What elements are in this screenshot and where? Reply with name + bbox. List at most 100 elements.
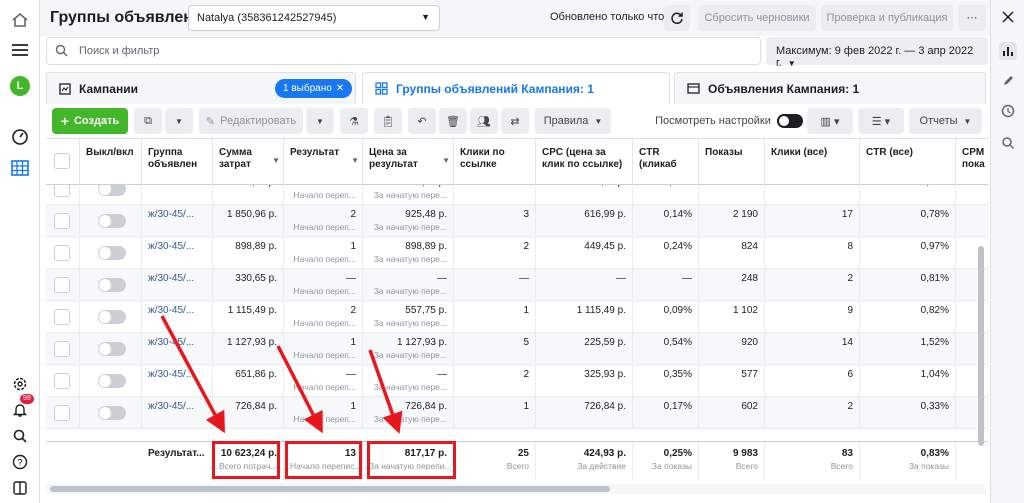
- scrollbar-thumb[interactable]: [50, 486, 610, 492]
- rules-button[interactable]: Правила ▼: [535, 108, 611, 134]
- selected-pill[interactable]: 1 выбрано ✕: [275, 79, 353, 98]
- avatar[interactable]: L: [8, 74, 32, 98]
- row-toggle[interactable]: [98, 310, 126, 324]
- view-settings[interactable]: Посмотреть настройки: [654, 108, 804, 134]
- edit-pencil-icon[interactable]: [999, 72, 1017, 90]
- view-settings-toggle[interactable]: [776, 114, 803, 128]
- refresh-button[interactable]: [664, 5, 690, 31]
- duplicate-button[interactable]: ⧉: [134, 108, 162, 134]
- tab-ad-sets[interactable]: Группы объявлений Кампания: 1: [362, 72, 670, 104]
- chart-icon[interactable]: [999, 42, 1017, 60]
- vertical-scrollbar[interactable]: [978, 246, 984, 446]
- ad-set-link[interactable]: ж/30-45/...: [148, 337, 194, 348]
- row-checkbox[interactable]: [54, 373, 70, 389]
- ad-set-link[interactable]: ж/30-45/...: [148, 241, 194, 252]
- header-spend[interactable]: Сумма затрат ▼: [213, 139, 284, 185]
- header-link-clicks[interactable]: Клики по ссылке: [454, 139, 536, 185]
- account-selector[interactable]: Natalya (358361242527945) ▼: [188, 5, 440, 31]
- row-checkbox[interactable]: [54, 245, 70, 261]
- columns-button[interactable]: ▥ ▾: [807, 108, 853, 134]
- close-icon[interactable]: [999, 8, 1017, 26]
- row-checkbox[interactable]: [54, 341, 70, 357]
- gear-icon[interactable]: [8, 372, 32, 396]
- edit-button[interactable]: ✎ Редактировать: [199, 108, 303, 134]
- reports-button[interactable]: Отчеты ▼: [909, 108, 982, 134]
- audience-button[interactable]: 👥︎: [470, 108, 498, 134]
- history-icon[interactable]: [999, 102, 1017, 120]
- header-ctr-all[interactable]: CTR (все): [860, 139, 956, 185]
- dashboard-icon[interactable]: [8, 124, 32, 148]
- row-name[interactable]: ж/30-45/...: [142, 269, 213, 301]
- ad-set-link[interactable]: ж/30-45/...: [148, 401, 194, 412]
- row-name[interactable]: ж/30-45/...: [142, 301, 213, 333]
- table-view-icon[interactable]: [8, 156, 32, 180]
- ad-set-link[interactable]: ж/30-45/...: [148, 209, 194, 220]
- row-name[interactable]: ж/30-45/...: [142, 397, 213, 429]
- header-result[interactable]: Результат ▼: [284, 139, 363, 185]
- date-range-picker[interactable]: Максимум: 9 фев 2022 г. — 3 апр 2022 г. …: [766, 37, 988, 69]
- ad-set-link[interactable]: ж/30-45/...: [148, 273, 194, 284]
- row-checkbox[interactable]: [54, 277, 70, 293]
- panel-toggle-icon[interactable]: [8, 476, 32, 500]
- row-toggle[interactable]: [98, 342, 126, 356]
- row-toggle[interactable]: [98, 214, 126, 228]
- search-input[interactable]: Поиск и фильтр: [46, 37, 761, 65]
- header-ctr[interactable]: CTR (кликаб: [633, 139, 699, 185]
- header-name[interactable]: Группа объявлен: [142, 139, 213, 185]
- row-toggle[interactable]: [98, 185, 126, 196]
- row-checkbox[interactable]: [54, 309, 70, 325]
- duplicate-dropdown[interactable]: ▼: [165, 108, 193, 134]
- breakdown-button[interactable]: ☰ ▾: [858, 108, 904, 134]
- reset-drafts-button[interactable]: Сбросить черновики: [698, 5, 816, 31]
- row-name[interactable]: ж/30-45/...: [142, 185, 213, 205]
- header-cpm[interactable]: CPM пока: [956, 139, 988, 185]
- row-toggle[interactable]: [98, 278, 126, 292]
- delete-button[interactable]: 🗑︎: [439, 108, 467, 134]
- home-icon[interactable]: [8, 8, 32, 32]
- notifications-icon[interactable]: 99: [8, 394, 34, 422]
- select-all-checkbox[interactable]: [54, 153, 70, 169]
- header-toggle[interactable]: Выкл/вкл: [80, 139, 142, 185]
- table-row[interactable]: ж/30-45/... 1 850,96 р. 2 Начало переп... 92…: [46, 205, 988, 237]
- row-name[interactable]: ж/30-45/...: [142, 237, 213, 269]
- menu-icon[interactable]: [8, 38, 32, 62]
- row-toggle[interactable]: [98, 406, 126, 420]
- row-checkbox[interactable]: [54, 405, 70, 421]
- header-select-all[interactable]: [46, 139, 80, 185]
- header-cpr[interactable]: Цена за результат ▼: [363, 139, 454, 185]
- table-row[interactable]: ж/30-45/... 726,84 р. 1 Начало переп... 726,…: [46, 397, 988, 429]
- close-icon[interactable]: ✕: [336, 83, 344, 94]
- help-icon[interactable]: ?: [8, 450, 32, 474]
- table-row[interactable]: ж/30-45/... 363,43 р. 1 Начало переп... 363,…: [46, 185, 988, 205]
- table-row[interactable]: ж/30-45/... 898,89 р. 1 Начало переп... 898,…: [46, 237, 988, 269]
- table-row[interactable]: ж/30-45/... 330,65 р. — Начало переп... — За …: [46, 269, 988, 301]
- header-cpc[interactable]: CPC (цена за клик по ссылке): [536, 139, 633, 185]
- tab-ads[interactable]: Объявления Кампания: 1: [674, 72, 986, 104]
- more-button[interactable]: ···: [958, 5, 986, 31]
- header-clicks-all[interactable]: Клики (все): [765, 139, 860, 185]
- table-row[interactable]: ж/30-45/... 1 115,49 р. 2 Начало переп... 55…: [46, 301, 988, 333]
- row-toggle[interactable]: [98, 374, 126, 388]
- clipboard-button[interactable]: 📋︎: [374, 108, 402, 134]
- row-name[interactable]: ж/30-45/...: [142, 365, 213, 397]
- ad-set-link[interactable]: ж/30-45/...: [148, 369, 194, 380]
- horizontal-scrollbar[interactable]: [46, 484, 986, 494]
- header-impressions[interactable]: Показы: [699, 139, 765, 185]
- table-row[interactable]: ж/30-45/... 651,86 р. — Начало переп... — За …: [46, 365, 988, 397]
- ad-set-link[interactable]: ж/30-45/...: [148, 185, 194, 188]
- search-icon[interactable]: [8, 424, 32, 448]
- export-button[interactable]: ⇄: [501, 108, 529, 134]
- review-publish-button[interactable]: Проверка и публикация: [821, 5, 953, 31]
- ad-set-link[interactable]: ж/30-45/...: [148, 305, 194, 316]
- row-checkbox[interactable]: [54, 185, 70, 197]
- edit-dropdown[interactable]: ▼: [306, 108, 334, 134]
- table-row[interactable]: ж/30-45/... 1 127,93 р. 1 Начало переп... 1 …: [46, 333, 988, 365]
- undo-button[interactable]: ↶: [408, 108, 436, 134]
- create-button[interactable]: + Создать: [52, 108, 128, 134]
- zoom-search-icon[interactable]: [999, 134, 1017, 152]
- row-name[interactable]: ж/30-45/...: [142, 205, 213, 237]
- row-checkbox[interactable]: [54, 213, 70, 229]
- row-name[interactable]: ж/30-45/...: [142, 333, 213, 365]
- row-toggle[interactable]: [98, 246, 126, 260]
- ab-test-button[interactable]: ⚗: [340, 108, 368, 134]
